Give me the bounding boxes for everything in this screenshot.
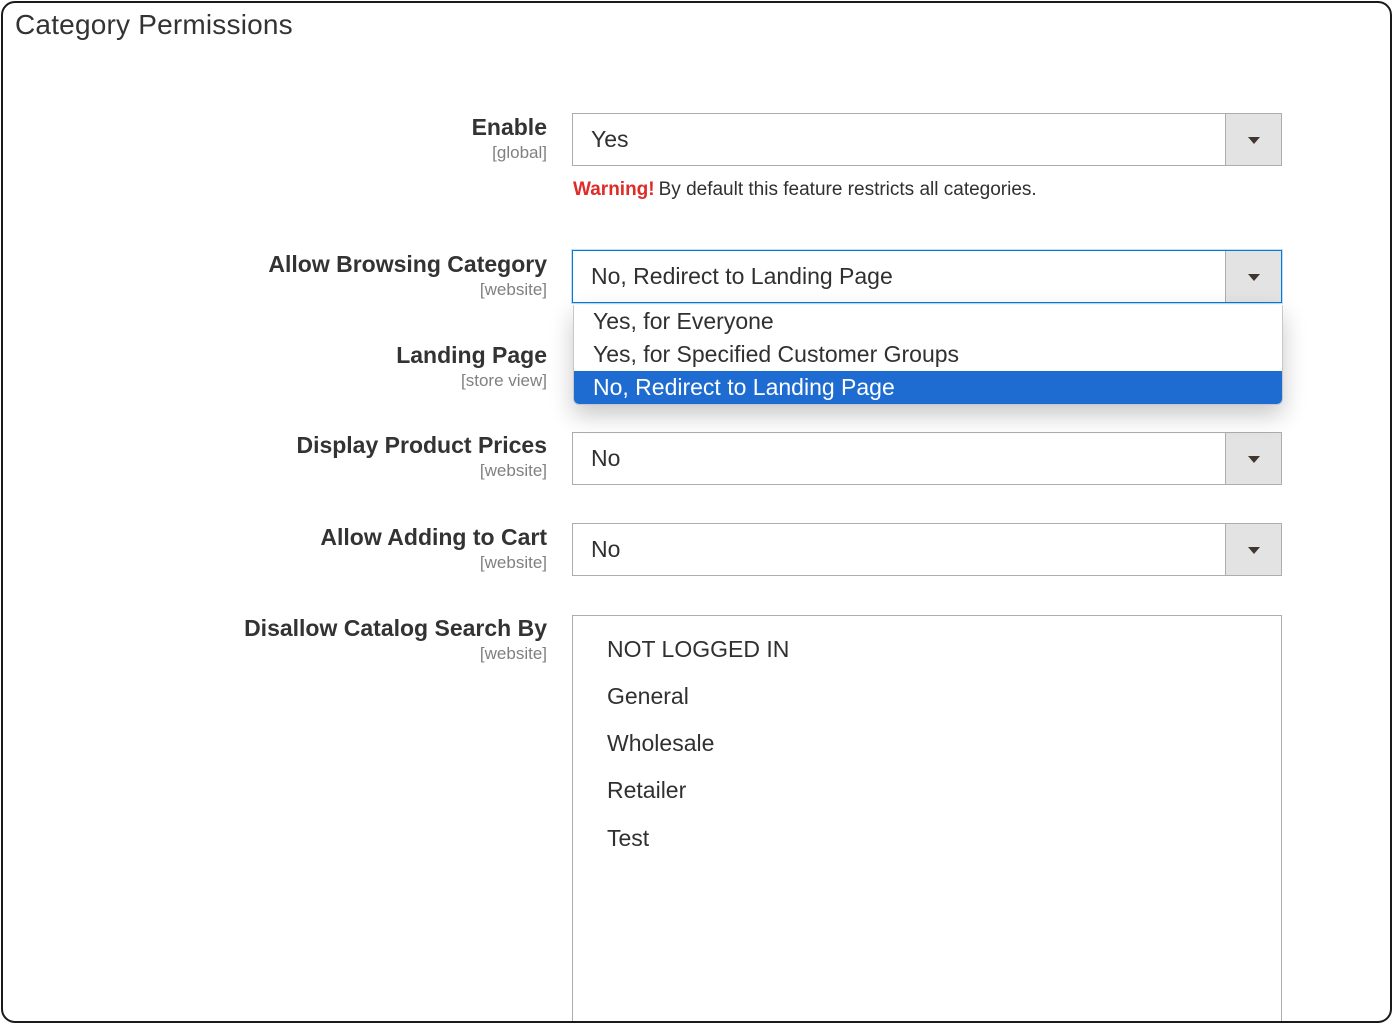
display-prices-scope: [website] bbox=[479, 461, 547, 480]
allow-browsing-dropdown: Yes, for Everyone Yes, for Specified Cus… bbox=[573, 305, 1283, 405]
allow-cart-label: Allow Adding to Cart bbox=[320, 524, 547, 550]
landing-page-scope: [store view] bbox=[461, 371, 547, 390]
enable-scope: [global] bbox=[492, 143, 547, 162]
multiselect-option[interactable]: General bbox=[607, 683, 689, 710]
allow-browsing-select[interactable]: No, Redirect to Landing Page bbox=[572, 250, 1282, 303]
disallow-search-label-group: Disallow Catalog Search By [website] bbox=[244, 615, 547, 664]
multiselect-option[interactable]: Retailer bbox=[607, 777, 686, 804]
display-prices-label-group: Display Product Prices [website] bbox=[296, 432, 547, 481]
warning-note: Warning! By default this feature restrict… bbox=[573, 179, 1037, 201]
allow-cart-select[interactable]: No bbox=[572, 523, 1282, 576]
section-title: Category Permissions bbox=[15, 9, 293, 40]
display-prices-select-toggle[interactable] bbox=[1225, 433, 1281, 484]
disallow-search-multiselect[interactable]: NOT LOGGED IN General Wholesale Retailer… bbox=[572, 615, 1282, 1021]
category-permissions-panel: Category Permissions Enable [global] Yes… bbox=[1, 1, 1392, 1023]
enable-label-group: Enable [global] bbox=[472, 114, 547, 163]
chevron-down-icon bbox=[1247, 136, 1260, 144]
landing-page-label: Landing Page bbox=[396, 342, 547, 368]
display-prices-label: Display Product Prices bbox=[296, 432, 547, 458]
warning-text: By default this feature restricts all ca… bbox=[658, 179, 1037, 200]
enable-label: Enable bbox=[471, 114, 547, 140]
allow-cart-scope: [website] bbox=[479, 553, 547, 572]
allow-browsing-label-group: Allow Browsing Category [website] bbox=[268, 251, 547, 300]
allow-browsing-select-value: No, Redirect to Landing Page bbox=[591, 263, 893, 289]
chevron-down-icon bbox=[1247, 273, 1260, 281]
allow-browsing-select-toggle[interactable] bbox=[1225, 251, 1281, 302]
multiselect-option[interactable]: Test bbox=[607, 825, 649, 852]
display-prices-select[interactable]: No bbox=[572, 432, 1282, 485]
multiselect-option[interactable]: NOT LOGGED IN bbox=[607, 636, 789, 663]
disallow-search-scope: [website] bbox=[479, 644, 547, 663]
enable-select-toggle[interactable] bbox=[1225, 114, 1281, 165]
landing-page-label-group: Landing Page [store view] bbox=[396, 342, 547, 391]
enable-select[interactable]: Yes bbox=[572, 113, 1282, 166]
chevron-down-icon bbox=[1247, 546, 1260, 554]
allow-cart-label-group: Allow Adding to Cart [website] bbox=[320, 524, 547, 573]
dropdown-option[interactable]: Yes, for Specified Customer Groups bbox=[574, 338, 1282, 371]
allow-browsing-label: Allow Browsing Category bbox=[268, 251, 547, 277]
chevron-down-icon bbox=[1247, 455, 1260, 463]
disallow-search-label: Disallow Catalog Search By bbox=[244, 615, 547, 641]
dropdown-option[interactable]: Yes, for Everyone bbox=[574, 305, 1282, 338]
enable-select-value: Yes bbox=[591, 126, 629, 152]
allow-cart-select-toggle[interactable] bbox=[1225, 524, 1281, 575]
allow-cart-select-value: No bbox=[591, 536, 621, 562]
dropdown-option-selected[interactable]: No, Redirect to Landing Page bbox=[574, 371, 1282, 404]
allow-browsing-scope: [website] bbox=[479, 280, 547, 299]
multiselect-option[interactable]: Wholesale bbox=[607, 730, 714, 757]
warning-label: Warning! bbox=[573, 179, 655, 200]
display-prices-select-value: No bbox=[591, 445, 621, 471]
